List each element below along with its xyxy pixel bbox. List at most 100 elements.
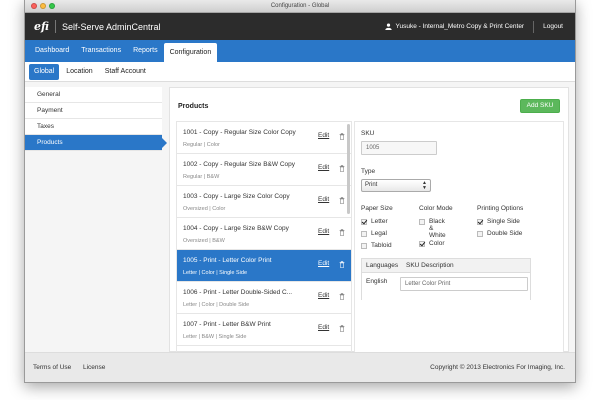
products-panel: Products Add SKU 1001 - Copy - Regular S… (169, 87, 569, 353)
product-name: 1005 - Print - Letter Color Print (183, 257, 272, 264)
list-item[interactable]: 1002 - Copy - Regular Size B&W Copy Regu… (177, 154, 351, 186)
checkbox-box (361, 219, 367, 225)
product-desc: Letter | Color | Double Side (183, 302, 250, 308)
license-link[interactable]: License (83, 364, 105, 371)
subtab-location[interactable]: Location (61, 64, 97, 80)
trash-icon[interactable] (339, 293, 345, 300)
app-window: Configuration - Global efi Self-Serve Ad… (24, 0, 576, 383)
languages-header: Languages (366, 262, 399, 269)
trash-icon[interactable] (339, 165, 345, 172)
product-desc: Regular | B&W (183, 174, 220, 180)
product-name: 1001 - Copy - Regular Size Color Copy (183, 129, 296, 136)
product-desc: Oversized | B&W (183, 238, 225, 244)
copyright-text: Copyright © 2013 Electronics For Imaging… (430, 364, 565, 371)
edit-link[interactable]: Edit (318, 196, 329, 203)
printing-options-label: Printing Options (477, 205, 524, 212)
list-item-selected[interactable]: 1005 - Print - Letter Color Print Letter… (177, 250, 351, 282)
minimize-window-button[interactable] (40, 3, 46, 9)
edit-link[interactable]: Edit (318, 292, 329, 299)
sku-detail-form: SKU 1005 Type Print ▲ ▼ Paper Size Letter… (354, 121, 564, 353)
edit-link[interactable]: Edit (318, 324, 329, 331)
list-item[interactable]: 1006 - Print - Letter Double-Sided C... … (177, 282, 351, 314)
trash-icon[interactable] (339, 197, 345, 204)
tab-transactions[interactable]: Transactions (75, 40, 127, 62)
header-divider (533, 20, 535, 33)
add-sku-button[interactable]: Add SKU (520, 99, 560, 113)
checkbox-box (477, 219, 483, 225)
edit-link[interactable]: Edit (318, 132, 329, 139)
checkbox-tabloid[interactable]: Tabloid (361, 242, 392, 249)
app-header: efi Self-Serve AdminCentral Yusuke - Int… (25, 13, 575, 40)
checkbox-box (419, 241, 425, 247)
list-item[interactable]: 1001 - Copy - Regular Size Color Copy Re… (177, 122, 351, 154)
sidebar-item-products[interactable]: Products (25, 135, 167, 151)
title-bar: Configuration - Global (25, 0, 575, 13)
close-window-button[interactable] (31, 3, 37, 9)
checkbox-box (477, 231, 483, 237)
checkbox-box (419, 219, 425, 225)
checkbox-box (361, 231, 367, 237)
sku-input[interactable]: 1005 (361, 141, 437, 155)
checkbox-label: Double Side (487, 230, 523, 237)
checkbox-box (361, 243, 367, 249)
trash-icon[interactable] (339, 325, 345, 332)
footer: Terms of Use License Copyright © 2013 El… (25, 352, 575, 382)
sku-description-input[interactable]: Letter Color Print (400, 277, 528, 291)
product-list[interactable]: 1001 - Copy - Regular Size Color Copy Re… (176, 121, 352, 353)
trash-icon[interactable] (339, 133, 345, 140)
language-name: English (366, 278, 388, 285)
list-scrollbar[interactable] (347, 124, 350, 214)
checkbox-black-white[interactable]: Black & White (419, 218, 449, 239)
sidebar-item-payment[interactable]: Payment (25, 103, 162, 119)
tab-reports[interactable]: Reports (127, 40, 164, 62)
sku-description-header: SKU Description (405, 262, 454, 269)
edit-link[interactable]: Edit (318, 228, 329, 235)
product-name: 1004 - Copy - Large Size B&W Copy (183, 225, 289, 232)
list-item[interactable]: 1003 - Copy - Large Size Color Copy Over… (177, 186, 351, 218)
terms-link[interactable]: Terms of Use (33, 364, 71, 371)
product-desc: Oversized | Color (183, 206, 226, 212)
sku-label: SKU (361, 130, 375, 137)
color-mode-label: Color Mode (419, 205, 453, 212)
logout-link[interactable]: Logout (543, 23, 563, 30)
product-name: 1002 - Copy - Regular Size B&W Copy (183, 161, 295, 168)
subtab-global[interactable]: Global (29, 63, 60, 80)
language-table-header: Languages SKU Description (362, 259, 530, 273)
select-arrows-icon: ▲ ▼ (422, 180, 427, 191)
product-name: 1003 - Copy - Large Size Color Copy (183, 193, 290, 200)
checkbox-color[interactable]: Color (419, 240, 445, 247)
user-name: Yusuke - Internal_Metro Copy & Print Cen… (395, 23, 525, 30)
product-name: 1007 - Print - Letter B&W Print (183, 321, 271, 328)
edit-link[interactable]: Edit (318, 260, 329, 267)
sidebar-item-taxes[interactable]: Taxes (25, 119, 162, 135)
checkbox-legal[interactable]: Legal (361, 230, 387, 237)
subtab-staff-account[interactable]: Staff Account (100, 64, 151, 80)
list-item[interactable]: 1007 - Print - Letter B&W Print Letter |… (177, 314, 351, 346)
checkbox-single-side[interactable]: Single Side (477, 218, 520, 225)
sidebar-item-general[interactable]: General (25, 87, 162, 103)
language-row: English Letter Color Print (362, 273, 530, 301)
checkbox-label: Legal (371, 230, 387, 237)
language-table: Languages SKU Description English Letter… (361, 258, 531, 301)
zoom-window-button[interactable] (49, 3, 55, 9)
list-item[interactable]: 1004 - Copy - Large Size B&W Copy Oversi… (177, 218, 351, 250)
product-name: 1006 - Print - Letter Double-Sided C... (183, 289, 293, 296)
efi-logo: efi (34, 20, 49, 33)
edit-link[interactable]: Edit (318, 164, 329, 171)
trash-icon[interactable] (339, 229, 345, 236)
checkbox-label: Tabloid (371, 242, 392, 249)
trash-icon[interactable] (339, 261, 345, 268)
sidebar: General Payment Taxes Products (25, 87, 167, 151)
main-nav: Dashboard Transactions Reports Configura… (25, 40, 575, 62)
content-area: General Payment Taxes Products Products … (25, 82, 575, 353)
checkbox-letter[interactable]: Letter (361, 218, 388, 225)
logo-divider (55, 20, 56, 33)
checkbox-label: Single Side (487, 218, 520, 225)
tab-configuration[interactable]: Configuration (163, 43, 218, 62)
panel-title: Products (178, 103, 209, 110)
sub-nav: Global Location Staff Account (25, 62, 575, 82)
checkbox-double-side[interactable]: Double Side (477, 230, 522, 237)
tab-dashboard[interactable]: Dashboard (29, 40, 75, 62)
user-icon (385, 23, 393, 30)
type-select[interactable]: Print ▲ ▼ (361, 179, 431, 192)
